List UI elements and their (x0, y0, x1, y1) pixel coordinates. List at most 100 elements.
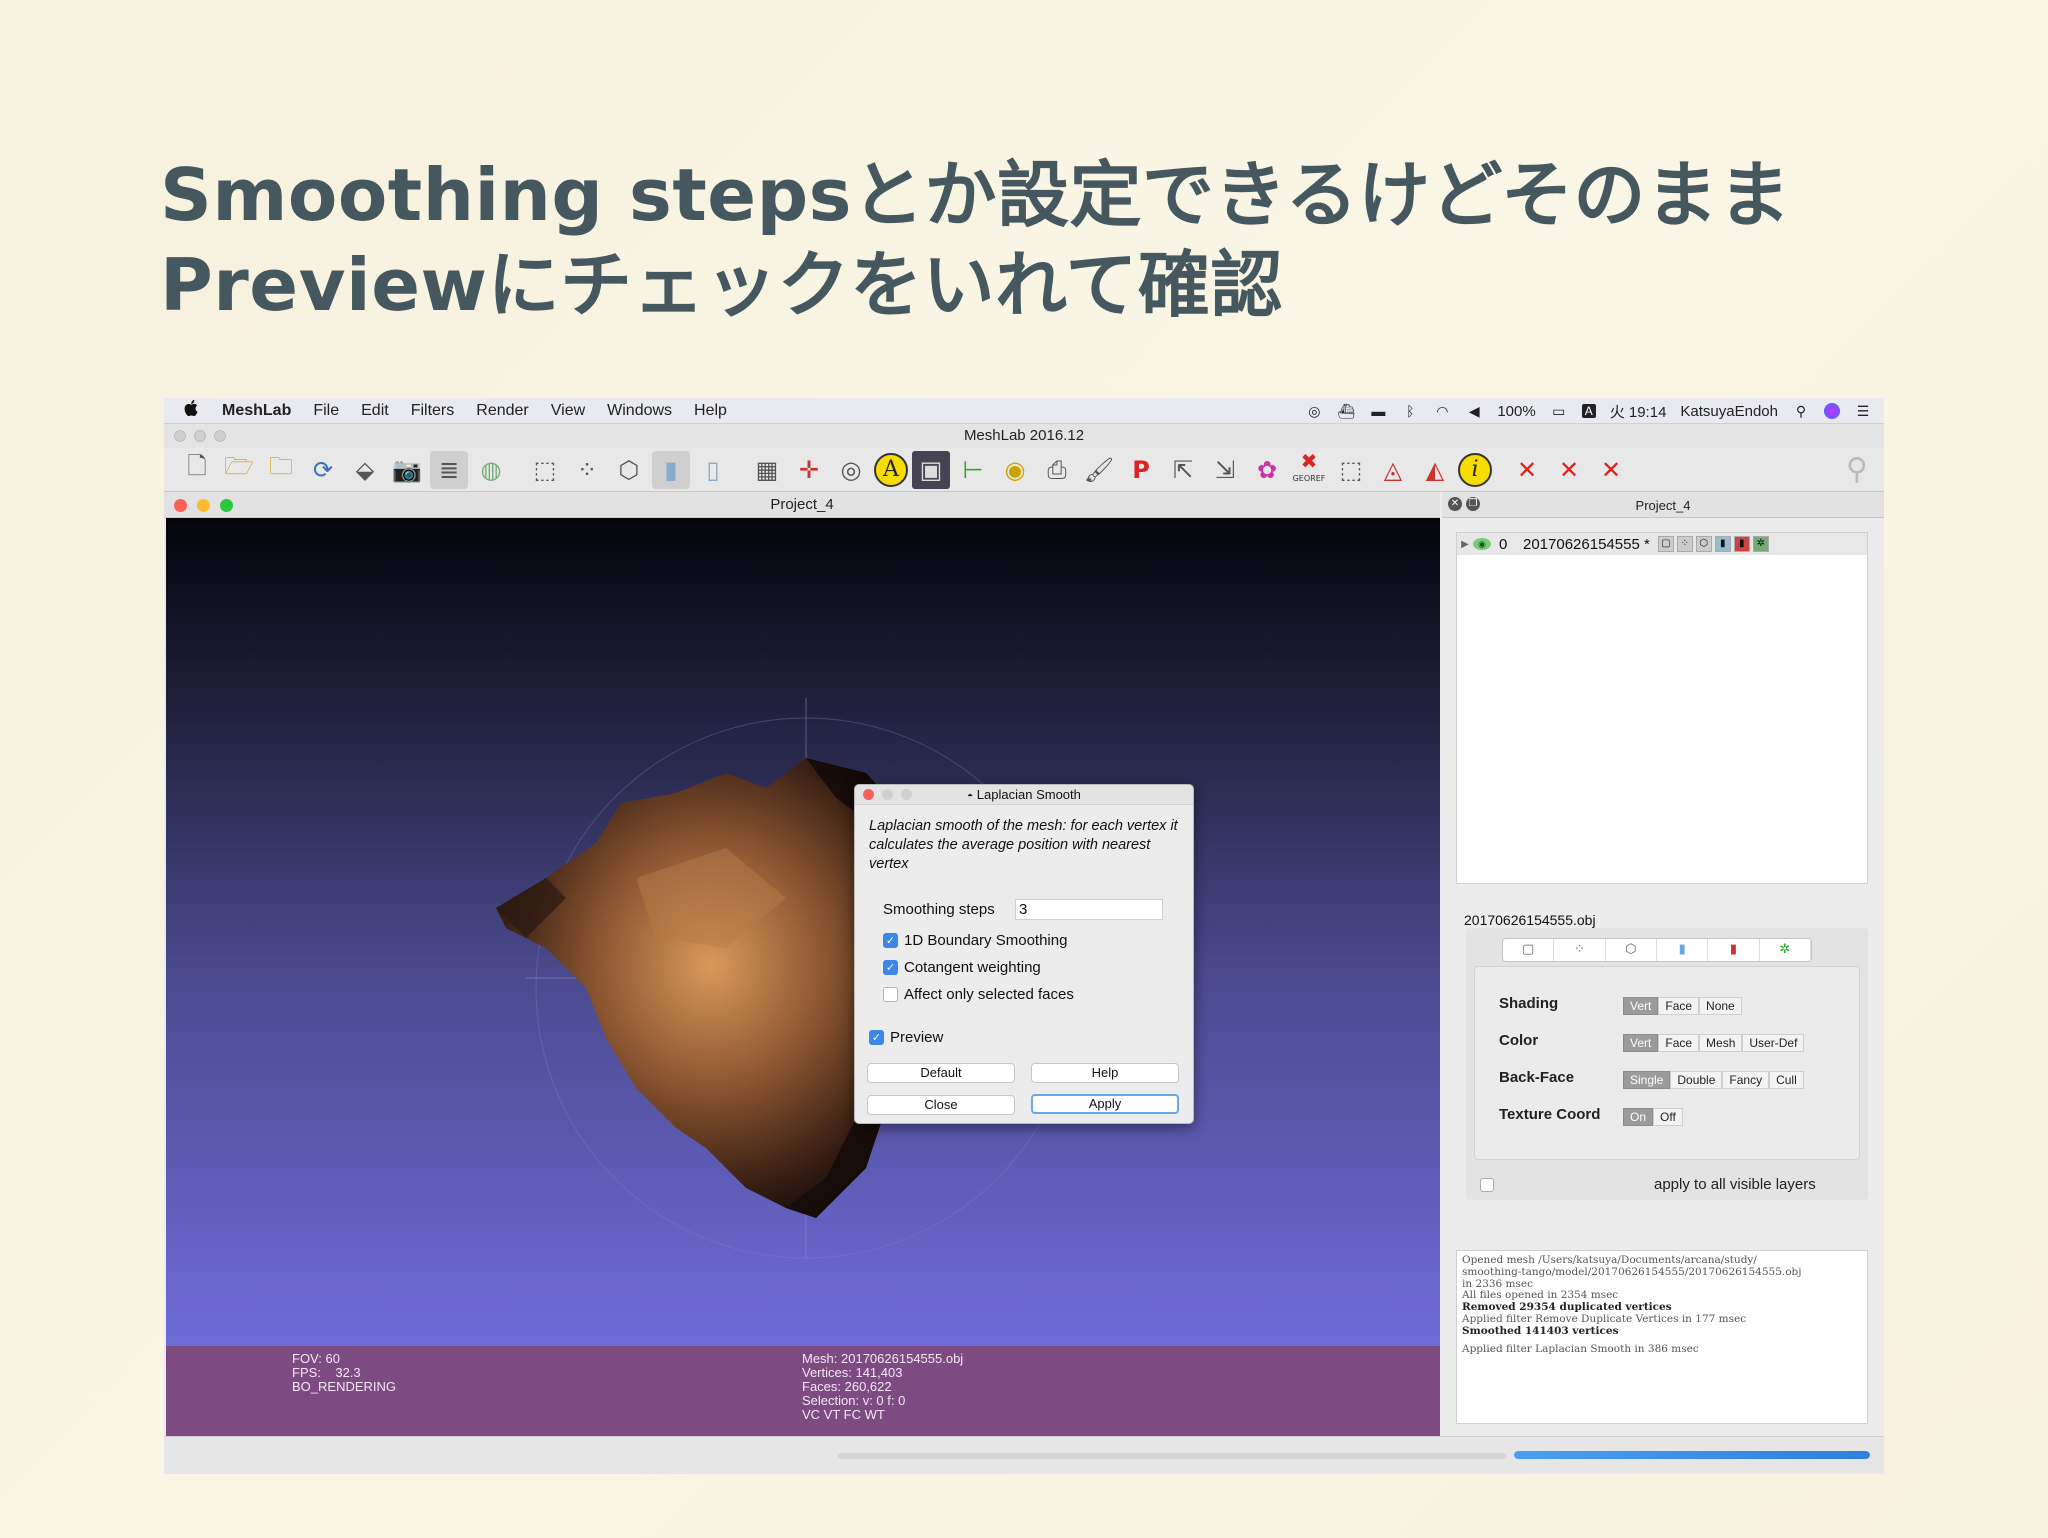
app-close-button[interactable] (174, 430, 186, 442)
georef-icon[interactable]: ✖ GEOREF (1290, 451, 1328, 489)
battery-widget-icon[interactable]: ▬ (1369, 404, 1387, 418)
raster-align-icon[interactable]: ⎙ (1038, 451, 1076, 489)
app-minimize-button[interactable] (194, 430, 206, 442)
notification-center-icon[interactable]: ☰ (1854, 404, 1872, 418)
render-option-button[interactable]: Off (1653, 1108, 1683, 1126)
menu-edit[interactable]: Edit (361, 402, 389, 420)
volume-icon[interactable]: ◀ (1465, 404, 1483, 418)
smooth-shading-icon[interactable]: ▯ (694, 451, 732, 489)
render-option-button[interactable]: Mesh (1699, 1034, 1743, 1052)
render-option-button[interactable]: Face (1658, 997, 1700, 1015)
select-faces-icon[interactable]: ⬚ (1332, 451, 1370, 489)
menu-file[interactable]: File (313, 402, 339, 420)
selected-faces-checkbox[interactable] (883, 987, 898, 1002)
tab-texture-icon[interactable]: ▮ (1708, 939, 1760, 961)
close-button[interactable]: Close (867, 1095, 1015, 1115)
wifi-icon[interactable]: ◠ (1433, 404, 1451, 418)
layers-icon[interactable]: ≣ (430, 450, 468, 489)
default-button[interactable]: Default (867, 1063, 1015, 1083)
frame-axes-icon[interactable]: ⊢ (954, 451, 992, 489)
apple-menu-icon[interactable] (176, 400, 206, 421)
apply-button[interactable]: Apply (1031, 1094, 1179, 1114)
boundary-smoothing-checkbox[interactable]: ✓ (883, 933, 898, 948)
wireframe-icon[interactable]: ⬡ (610, 451, 648, 489)
menu-filters[interactable]: Filters (411, 402, 455, 420)
reload-icon[interactable]: ⟳ (304, 451, 342, 489)
select-connected-icon[interactable]: ◬ (1374, 451, 1412, 489)
delete-vertices-icon[interactable]: ✕ (1508, 451, 1546, 489)
info-icon[interactable]: i (1458, 452, 1492, 487)
creative-cloud-icon[interactable]: ◎ (1305, 404, 1323, 418)
layer-bbox-icon[interactable]: ▢ (1657, 536, 1674, 552)
layer-misc-icon[interactable]: ✲ (1752, 536, 1769, 552)
tab-wire-icon[interactable]: ⬡ (1606, 939, 1657, 961)
export-mesh-icon[interactable]: ⬙ (346, 451, 384, 489)
expand-arrow-icon[interactable]: ▶ (1457, 539, 1473, 550)
menubar-user[interactable]: KatsuyaEndoh (1680, 403, 1778, 420)
menu-render[interactable]: Render (476, 402, 528, 420)
bluetooth-icon[interactable]: ᛒ (1401, 404, 1419, 418)
grid-icon[interactable]: ▦ (748, 451, 786, 489)
decorate-icon[interactable]: ▣ (912, 450, 950, 489)
render-option-button[interactable]: User-Def (1742, 1034, 1805, 1052)
render-option-button[interactable]: Vert (1623, 997, 1659, 1015)
layer-points-icon[interactable]: ⁘ (1676, 536, 1693, 552)
toolbar-search-icon[interactable]: ⚲ (1846, 452, 1868, 487)
status-scroll-track[interactable] (838, 1453, 1506, 1459)
points-icon[interactable]: ⁘ (568, 451, 606, 489)
delete-faces-icon[interactable]: ✕ (1550, 451, 1588, 489)
render-option-button[interactable]: Face (1658, 1034, 1700, 1052)
layer-shade-icon[interactable]: ▮ (1714, 536, 1731, 552)
app-zoom-button[interactable] (214, 430, 226, 442)
viewer-minimize-button[interactable] (197, 499, 210, 512)
bounding-box-icon[interactable]: ⬚ (526, 451, 564, 489)
render-option-button[interactable]: On (1623, 1108, 1654, 1126)
select-region-icon[interactable]: ◭ (1416, 451, 1454, 489)
menu-view[interactable]: View (551, 402, 585, 420)
selected-faces-option[interactable]: Affect only selected faces (883, 986, 1074, 1003)
viewer-close-button[interactable] (174, 499, 187, 512)
delete-faces-vertices-icon[interactable]: ✕ (1592, 451, 1630, 489)
help-button[interactable]: Help (1031, 1063, 1179, 1083)
cotangent-weighting-option[interactable]: ✓ Cotangent weighting (883, 959, 1041, 976)
dialog-minimize-button[interactable] (882, 789, 893, 800)
dialog-close-button[interactable] (863, 789, 874, 800)
preview-option[interactable]: ✓ Preview (869, 1029, 943, 1046)
spotlight-search-icon[interactable]: ⚲ (1792, 404, 1810, 418)
render-option-button[interactable]: Cull (1769, 1071, 1804, 1089)
paint-brush-icon[interactable]: 🖌 (1080, 451, 1118, 489)
layer-texture-icon[interactable]: ▮ (1733, 536, 1750, 552)
preview-checkbox[interactable]: ✓ (869, 1030, 884, 1045)
bunny-icon[interactable]: ✿ (1248, 451, 1286, 489)
axes-icon[interactable]: ✛ (790, 451, 828, 489)
apply-all-checkbox[interactable] (1480, 1178, 1494, 1192)
tab-points-icon[interactable]: ⁘ (1554, 939, 1606, 961)
tab-solid-icon[interactable]: ▮ (1657, 939, 1709, 961)
align-icon[interactable]: ⇲ (1206, 451, 1244, 489)
input-method-indicator[interactable]: A (1581, 404, 1596, 418)
viewer-zoom-button[interactable] (220, 499, 233, 512)
measure-tape-icon[interactable]: ◉ (996, 451, 1034, 489)
menu-windows[interactable]: Windows (607, 402, 672, 420)
import-mesh-icon[interactable]: 🗀 (262, 451, 300, 489)
open-project-icon[interactable]: 🗁 (220, 451, 258, 489)
flat-shading-icon[interactable]: ▮ (652, 450, 690, 489)
render-option-button[interactable]: Vert (1623, 1034, 1659, 1052)
tab-misc-icon[interactable]: ✲ (1760, 939, 1811, 961)
dialog-zoom-button[interactable] (901, 789, 912, 800)
docker-icon[interactable]: ⛴ (1337, 404, 1355, 418)
3d-viewport[interactable] (166, 518, 1440, 1346)
menu-help[interactable]: Help (694, 402, 727, 420)
siri-icon[interactable] (1824, 403, 1840, 419)
render-option-button[interactable]: Single (1623, 1071, 1671, 1089)
render-option-button[interactable]: None (1699, 997, 1742, 1015)
boundary-smoothing-option[interactable]: ✓ 1D Boundary Smoothing (883, 932, 1067, 949)
snapshot-icon[interactable]: 📷 (388, 451, 426, 489)
smoothing-steps-input[interactable]: 3 (1015, 899, 1163, 920)
render-option-button[interactable]: Double (1670, 1071, 1723, 1089)
battery-icon[interactable]: ▭ (1550, 404, 1568, 418)
layer-wire-icon[interactable]: ⬡ (1695, 536, 1712, 552)
cotangent-weighting-checkbox[interactable]: ✓ (883, 960, 898, 975)
raster-layers-icon[interactable]: ◍ (472, 451, 510, 489)
layer-row[interactable]: ▶ ◉ 0 20170626154555 * ▢ ⁘ ⬡ ▮ ▮ ✲ (1457, 533, 1867, 555)
